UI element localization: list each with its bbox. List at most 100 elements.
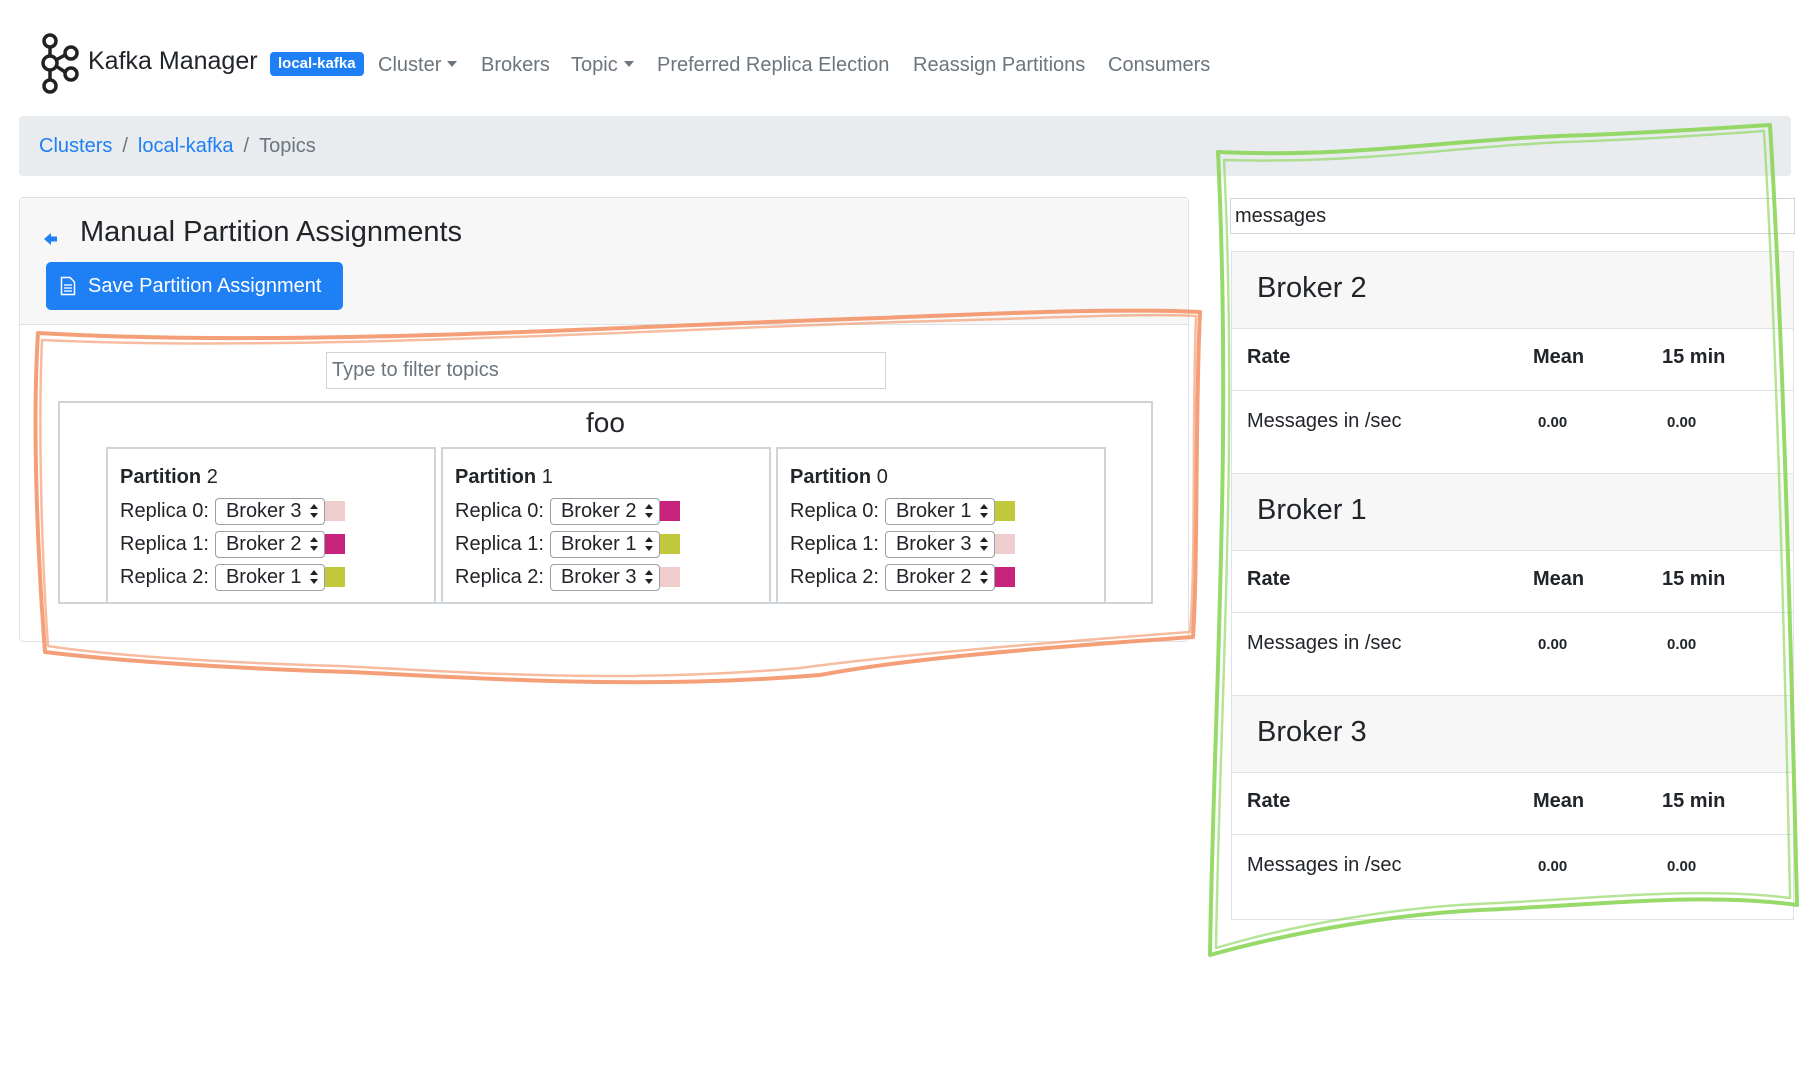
nav-brokers[interactable]: Brokers: [481, 52, 550, 78]
nav-reassign-partitions[interactable]: Reassign Partitions: [913, 52, 1085, 78]
metric-mean: 0.00: [1538, 636, 1568, 653]
broker-select-value: Broker 3: [225, 499, 302, 522]
metrics-header-row: Rate Mean 15 min: [1232, 773, 1793, 835]
replica-row: Replica 1: Broker 1: [455, 530, 680, 558]
header-15min: 15 min: [1662, 346, 1726, 368]
kafka-logo-icon: [41, 33, 79, 94]
replica-row: Replica 1: Broker 3: [790, 530, 1015, 558]
metric-name: Messages in /sec: [1247, 632, 1402, 654]
select-arrows-icon: [309, 537, 318, 551]
broker-select-value: Broker 2: [225, 532, 302, 555]
broker-color-swatch: [659, 567, 680, 587]
broker-color-swatch: [994, 567, 1015, 587]
header-rate: Rate: [1247, 346, 1291, 368]
metrics-header-row: Rate Mean 15 min: [1232, 551, 1793, 613]
nav-preferred-replica-election[interactable]: Preferred Replica Election: [657, 52, 889, 78]
replica-row: Replica 1: Broker 2: [120, 530, 345, 558]
broker-title: Broker 1: [1232, 474, 1793, 551]
breadcrumb-cluster[interactable]: local-kafka: [138, 135, 234, 157]
metric-15min: 0.00: [1667, 636, 1697, 653]
broker-select[interactable]: Broker 1: [884, 497, 995, 525]
breadcrumb-separator: /: [243, 135, 250, 157]
broker-select[interactable]: Broker 3: [214, 497, 325, 525]
replica-label: Replica 0:: [120, 499, 209, 522]
broker-select-value: Broker 1: [225, 565, 302, 588]
header-15min: 15 min: [1662, 790, 1726, 812]
broker-select[interactable]: Broker 2: [884, 563, 995, 591]
metrics-row: Messages in /sec 0.00 0.00: [1232, 391, 1793, 475]
header-rate: Rate: [1247, 568, 1291, 590]
save-partition-assignment-button[interactable]: Save Partition Assignment: [46, 262, 343, 310]
nav-reassign-partitions-label: Reassign Partitions: [913, 54, 1086, 76]
broker-metrics-card: Broker 1 Rate Mean 15 min Messages in /s…: [1231, 473, 1794, 698]
metric-name: Messages in /sec: [1247, 410, 1402, 432]
replica-row: Replica 0: Broker 1: [790, 497, 1015, 525]
metric-mean: 0.00: [1538, 858, 1568, 875]
broker-metrics-card: Broker 3 Rate Mean 15 min Messages in /s…: [1231, 695, 1794, 920]
nav-cluster[interactable]: Cluster: [378, 52, 458, 78]
broker-select[interactable]: Broker 2: [214, 530, 325, 558]
partition-assignment-card: Manual Partition Assignments Save Partit…: [19, 197, 1189, 642]
partition-title: Partition 2: [120, 466, 218, 489]
broker-select[interactable]: Broker 1: [214, 563, 325, 591]
breadcrumb: Clusters / local-kafka / Topics: [19, 116, 1791, 176]
select-arrows-icon: [309, 570, 318, 584]
select-arrows-icon: [979, 504, 988, 518]
select-arrows-icon: [979, 570, 988, 584]
topic-panel: foo Partition 2 Replica 0: Broker 3 Repl…: [58, 401, 1153, 604]
select-arrows-icon: [644, 504, 653, 518]
broker-select-value: Broker 2: [560, 499, 637, 522]
replica-label: Replica 1:: [790, 532, 879, 555]
broker-color-swatch: [324, 501, 345, 521]
broker-color-swatch: [994, 534, 1015, 554]
brand[interactable]: Kafka Manager: [40, 32, 258, 96]
arrow-left-icon[interactable]: [44, 232, 58, 246]
save-button-label: Save Partition Assignment: [88, 274, 322, 297]
brand-name: Kafka Manager: [88, 46, 258, 75]
page-title: Manual Partition Assignments: [80, 216, 463, 248]
replica-label: Replica 1:: [455, 532, 544, 555]
metrics-search-input[interactable]: messages: [1230, 198, 1795, 234]
replica-row: Replica 0: Broker 3: [120, 497, 345, 525]
replica-row: Replica 2: Broker 1: [120, 563, 345, 591]
partition-card: Partition 2 Replica 0: Broker 3 Replica …: [106, 447, 436, 604]
replica-label: Replica 2:: [455, 565, 544, 588]
broker-select-value: Broker 2: [895, 565, 972, 588]
broker-select-value: Broker 3: [560, 565, 637, 588]
breadcrumb-clusters[interactable]: Clusters: [39, 135, 112, 157]
metrics-row: Messages in /sec 0.00 0.00: [1232, 835, 1793, 919]
broker-select[interactable]: Broker 1: [549, 530, 660, 558]
broker-metrics-card: Broker 2 Rate Mean 15 min Messages in /s…: [1231, 251, 1794, 476]
broker-color-swatch: [994, 501, 1015, 521]
breadcrumb-separator: /: [122, 135, 128, 157]
broker-color-swatch: [659, 534, 680, 554]
partition-label: Partition: [455, 466, 537, 488]
chevron-down-icon: [447, 61, 458, 67]
partition-number: 0: [876, 466, 888, 488]
metric-name: Messages in /sec: [1247, 854, 1402, 876]
replica-row: Replica 2: Broker 3: [455, 563, 680, 591]
topic-filter-input[interactable]: Type to filter topics: [326, 352, 886, 389]
partition-number: 2: [206, 466, 218, 488]
header-mean: Mean: [1533, 568, 1585, 590]
nav-consumers[interactable]: Consumers: [1108, 52, 1210, 78]
broker-select[interactable]: Broker 3: [549, 563, 660, 591]
broker-select-value: Broker 1: [895, 499, 972, 522]
broker-select[interactable]: Broker 3: [884, 530, 995, 558]
partition-label: Partition: [790, 466, 872, 488]
replica-label: Replica 1:: [120, 532, 209, 555]
document-icon: [60, 276, 76, 296]
broker-select[interactable]: Broker 2: [549, 497, 660, 525]
breadcrumb-current: Topics: [259, 135, 316, 157]
nav-topic[interactable]: Topic: [571, 52, 634, 78]
nav-preferred-replica-election-label: Preferred Replica Election: [657, 54, 890, 76]
select-arrows-icon: [309, 504, 318, 518]
partition-title: Partition 0: [790, 466, 888, 489]
broker-select-value: Broker 1: [560, 532, 637, 555]
partition-card: Partition 0 Replica 0: Broker 1 Replica …: [776, 447, 1106, 604]
nav-brokers-label: Brokers: [481, 54, 550, 76]
header-mean: Mean: [1533, 346, 1585, 368]
card-header: Manual Partition Assignments Save Partit…: [20, 198, 1188, 325]
broker-title: Broker 3: [1232, 696, 1793, 773]
header-15min: 15 min: [1662, 568, 1726, 590]
